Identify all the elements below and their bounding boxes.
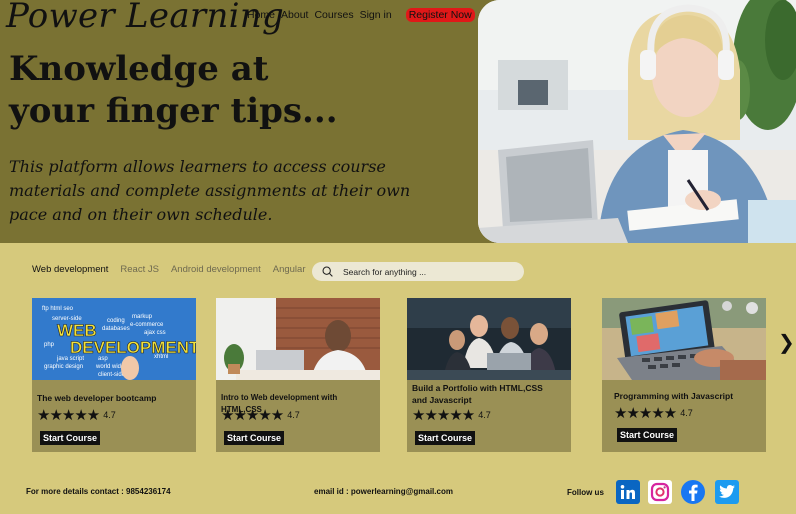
search-icon (322, 266, 333, 277)
svg-text:asp: asp (98, 356, 108, 362)
top-nav: Home About Courses Sign in Register Now (247, 8, 475, 22)
course-rating: ★★★★★ 4.7 (614, 404, 693, 422)
category-tabs: Web development React JS Android develop… (32, 264, 306, 275)
star-icon: ★★★★★ (614, 404, 677, 422)
star-icon: ★★★★★ (37, 406, 100, 424)
start-course-button[interactable]: Start Course (415, 431, 476, 445)
rating-score: 4.7 (680, 408, 693, 418)
tab-web-development[interactable]: Web development (32, 264, 108, 275)
course-thumbnail-javascript (602, 298, 766, 380)
rating-score: 4.7 (103, 410, 116, 420)
start-course-button[interactable]: Start Course (224, 431, 285, 445)
rating-score: 4.7 (287, 410, 300, 420)
course-rating: ★★★★★ 4.7 (412, 406, 491, 424)
search-bar[interactable] (312, 262, 524, 281)
hero-section: Power Learning Home About Courses Sign i… (0, 0, 796, 243)
search-input[interactable] (343, 266, 513, 277)
svg-text:xhtml: xhtml (154, 354, 168, 360)
tab-react-js[interactable]: React JS (120, 264, 159, 275)
course-card[interactable]: Programming with Javascript ★★★★★ 4.7 St… (602, 298, 766, 452)
footer-contact: For more details contact : 9854236174 (26, 487, 171, 496)
course-thumbnail-portfolio (407, 298, 571, 380)
svg-text:php: php (44, 342, 55, 348)
footer-follow-label: Follow us (567, 488, 604, 497)
star-icon: ★★★★★ (221, 406, 284, 424)
tab-angular[interactable]: Angular (273, 264, 306, 275)
svg-text:ajax css: ajax css (144, 330, 166, 336)
nav-signin-link[interactable]: Sign in (360, 9, 392, 21)
tab-android-development[interactable]: Android development (171, 264, 261, 275)
course-thumbnail-html-css (216, 298, 380, 380)
svg-text:java script: java script (56, 356, 84, 362)
course-rating: ★★★★★ 4.7 (37, 406, 116, 424)
course-title[interactable]: Build a Portfolio with HTML,CSS and Java… (412, 382, 552, 406)
svg-text:graphic design: graphic design (44, 364, 83, 370)
course-card[interactable]: Build a Portfolio with HTML,CSS and Java… (407, 298, 571, 452)
footer-email: email id : powerlearning@gmail.com (314, 487, 453, 496)
course-card[interactable]: ftp html seo markup server-side e-commer… (32, 298, 196, 452)
nav-courses-link[interactable]: Courses (314, 9, 353, 21)
svg-text:coding: coding (107, 318, 125, 324)
hero-image (478, 0, 796, 243)
start-course-button[interactable]: Start Course (617, 428, 678, 442)
hero-description: This platform allows learners to access … (9, 157, 411, 224)
hero-headline: Knowledge at your finger tips... (9, 49, 338, 131)
twitter-icon[interactable] (715, 480, 739, 504)
course-rating: ★★★★★ 4.7 (221, 406, 300, 424)
course-title[interactable]: Programming with Javascript (614, 390, 733, 402)
svg-text:client-side: client-side (98, 372, 126, 378)
facebook-icon[interactable] (681, 480, 705, 504)
nav-about-link[interactable]: About (281, 9, 308, 21)
nav-home-link[interactable]: Home (247, 9, 275, 21)
linkedin-icon[interactable] (616, 480, 640, 504)
site-logo[interactable]: Power Learning (6, 0, 284, 36)
start-course-button[interactable]: Start Course (40, 431, 101, 445)
svg-text:e-commerce: e-commerce (130, 322, 164, 328)
instagram-icon[interactable] (648, 480, 672, 504)
rating-score: 4.7 (478, 410, 491, 420)
course-thumbnail-web-development: ftp html seo markup server-side e-commer… (32, 298, 196, 380)
chevron-right-icon[interactable]: ❯ (778, 330, 795, 354)
svg-text:ftp html seo: ftp html seo (42, 306, 74, 312)
svg-text:databases: databases (102, 326, 130, 332)
register-now-button[interactable]: Register Now (405, 8, 475, 22)
course-title[interactable]: The web developer bootcamp (37, 392, 157, 404)
course-card[interactable]: Intro to Web development with HTML,CSS ★… (216, 298, 380, 452)
star-icon: ★★★★★ (412, 406, 475, 424)
thumb-word-development: DEVELOPMENT (70, 338, 196, 357)
svg-text:markup: markup (132, 314, 153, 320)
